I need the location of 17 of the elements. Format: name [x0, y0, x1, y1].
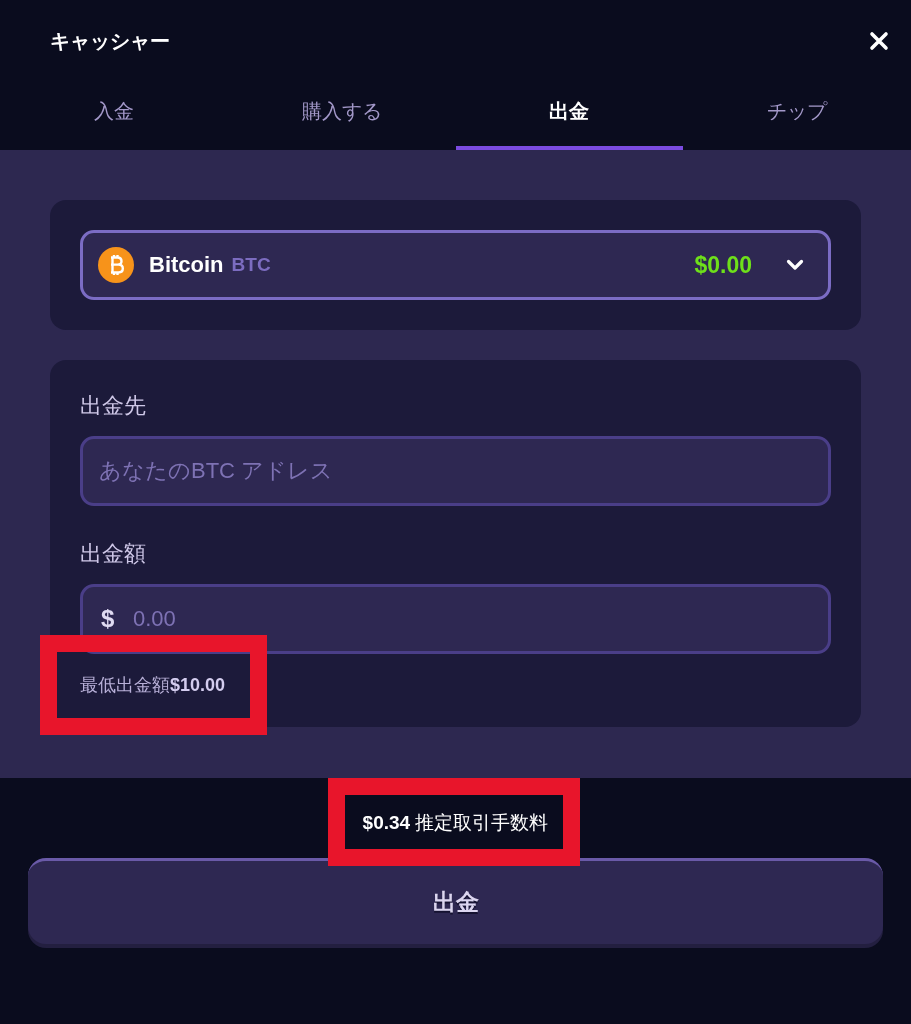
tab[interactable]: 入金 [0, 82, 228, 150]
currency-dropdown[interactable]: Bitcoin BTC $0.00 [80, 230, 831, 300]
field-label: 出金額 [80, 540, 146, 568]
tab[interactable]: 購入する [227, 82, 456, 150]
coin-symbol: BTC [231, 254, 271, 276]
balance-amount: $0.00 [694, 251, 752, 279]
currency-prefix: $ [101, 605, 115, 633]
tab[interactable]: チップ [683, 82, 911, 150]
minimum-amount-note: 最低出金額$10.00 [80, 674, 226, 697]
field-label: 出金先 [80, 392, 146, 420]
fee-estimate-note: $0.34 推定取引手数料 [362, 811, 549, 835]
window-title: キャッシャー [50, 28, 170, 54]
close-icon[interactable] [869, 31, 889, 51]
coin-name: Bitcoin [149, 252, 224, 278]
address-field[interactable]: あなたのBTC アドレス [80, 436, 831, 506]
bitcoin-icon [98, 247, 134, 283]
chevron-down-icon [786, 259, 804, 271]
